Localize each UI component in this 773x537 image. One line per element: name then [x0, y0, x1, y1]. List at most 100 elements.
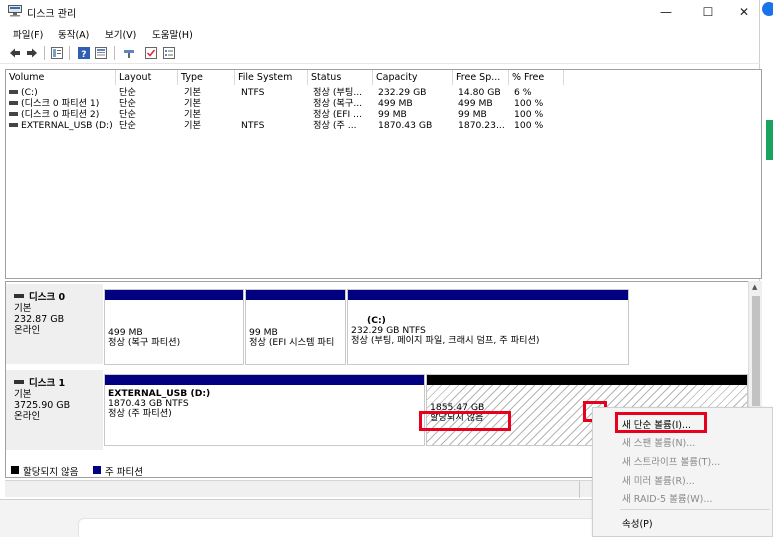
partition-bar: [105, 290, 243, 300]
disk-type: 기본: [14, 303, 32, 314]
scroll-up-icon[interactable]: ▲: [752, 283, 757, 291]
menu-view[interactable]: 보기(V): [105, 27, 136, 41]
close-button[interactable]: ✕: [724, 2, 764, 22]
partition-recovery[interactable]: 499 MB 정상 (복구 파티션): [104, 289, 244, 365]
volume-percent-free: 100 %: [514, 98, 544, 109]
checklist-icon[interactable]: [145, 47, 157, 59]
legend-unallocated-label: 할당되지 않음: [23, 467, 79, 478]
column-percent-free[interactable]: % Free: [509, 70, 564, 85]
maximize-icon: ☐: [702, 5, 714, 19]
volume-layout: 단순: [119, 109, 136, 120]
maximize-button[interactable]: ☐: [688, 2, 728, 22]
partition-description: 정상 (주 파티션): [108, 408, 172, 419]
title-bar[interactable]: 디스크 관리 — ☐ ✕: [0, 0, 760, 24]
toolbar-separator: [114, 46, 115, 60]
disk-management-app-icon: [8, 5, 22, 17]
volume-row[interactable]: (디스크 0 파티션 2) 단순 기본 정상 (EFI ... 99 MB 99…: [6, 109, 761, 120]
volume-row[interactable]: (디스크 0 파티션 1) 단순 기본 정상 (복구... 499 MB 499…: [6, 98, 761, 109]
volume-free-space: 14.80 GB: [458, 87, 501, 98]
column-file-system[interactable]: File System: [235, 70, 308, 85]
volume-capacity: 1870.43 GB: [378, 120, 433, 131]
volume-icon: [9, 123, 18, 127]
menu-new-spanned-volume[interactable]: 새 스팬 볼륨(N)...: [622, 435, 695, 449]
menu-new-mirrored-volume[interactable]: 새 미러 볼륨(R)...: [622, 473, 695, 487]
show-hide-tree-icon[interactable]: [51, 47, 63, 59]
volume-name: EXTERNAL_USB (D:): [21, 120, 113, 131]
volume-layout: 단순: [119, 87, 136, 98]
forward-arrow-icon[interactable]: [26, 47, 38, 59]
disk-icon: [14, 294, 24, 298]
partition-description: 정상 (복구 파티션): [108, 337, 181, 348]
menu-new-raid5-volume[interactable]: 새 RAID-5 볼륨(W)...: [622, 491, 712, 505]
volume-free-space: 499 MB: [458, 98, 493, 109]
volume-layout: 단순: [119, 98, 136, 109]
column-free-space[interactable]: Free Sp...: [453, 70, 509, 85]
menu-file[interactable]: 파일(F): [13, 27, 43, 41]
volume-layout: 단순: [119, 120, 136, 131]
disk-state: 온라인: [14, 325, 41, 336]
back-arrow-icon[interactable]: [9, 47, 21, 59]
column-layout[interactable]: Layout: [116, 70, 178, 85]
volume-row[interactable]: EXTERNAL_USB (D:) 단순 기본 NTFS 정상 (주 ... 1…: [6, 120, 761, 131]
volume-file-system: NTFS: [241, 120, 265, 131]
volume-type: 기본: [184, 87, 201, 98]
partition-efi[interactable]: 99 MB 정상 (EFI 시스템 파티: [245, 289, 346, 365]
disk-1-label[interactable]: 디스크 1 기본 3725.90 GB 온라인: [6, 370, 103, 450]
volume-free-space: 99 MB: [458, 109, 487, 120]
volume-capacity: 232.29 GB: [378, 87, 427, 98]
menu-properties[interactable]: 속성(P): [622, 516, 653, 530]
highlight-new-simple-volume: [615, 412, 707, 433]
menu-help[interactable]: 도움말(H): [152, 27, 193, 41]
volume-status: 정상 (복구...: [313, 98, 363, 109]
volume-row[interactable]: (C:) 단순 기본 NTFS 정상 (부팅... 232.29 GB 14.8…: [6, 87, 761, 98]
partition-c-drive[interactable]: (C:) 232.29 GB NTFS 정상 (부팅, 페이지 파일, 크래시 …: [347, 289, 629, 365]
volume-name: (디스크 0 파티션 2): [21, 109, 100, 120]
volume-list: Volume Layout Type File System Status Ca…: [5, 69, 762, 279]
legend-unallocated-swatch: [11, 466, 19, 474]
partition-description: 정상 (부팅, 페이지 파일, 크래시 덤프, 주 파티션): [351, 335, 540, 346]
properties-icon[interactable]: [95, 47, 107, 59]
help-icon[interactable]: ?: [78, 47, 90, 59]
column-volume[interactable]: Volume: [6, 70, 116, 85]
volume-name: (C:): [21, 87, 38, 98]
column-capacity[interactable]: Capacity: [373, 70, 453, 85]
volume-status: 정상 (EFI ...: [313, 109, 362, 120]
volume-free-space: 1870.23...: [458, 120, 505, 131]
minimize-icon: —: [660, 5, 672, 19]
legend: 할당되지 않음 주 파티션: [5, 463, 605, 478]
column-status[interactable]: Status: [308, 70, 373, 85]
menu-action[interactable]: 동작(A): [58, 27, 89, 41]
highlight-unallocated-label: [419, 411, 511, 431]
volume-icon: [9, 112, 18, 116]
disk-size: 232.87 GB: [14, 314, 65, 325]
disk-name: 디스크 0: [29, 292, 66, 303]
partition-bar: [105, 375, 424, 385]
partition-bar: [348, 290, 628, 300]
volume-status: 정상 (부팅...: [313, 87, 363, 98]
list-view-icon[interactable]: [163, 47, 175, 59]
partition-description: 정상 (EFI 시스템 파티: [249, 337, 335, 348]
volume-capacity: 99 MB: [378, 109, 407, 120]
disk-0-label[interactable]: 디스크 0 기본 232.87 GB 온라인: [6, 284, 103, 364]
volume-type: 기본: [184, 98, 201, 109]
partition-bar: [246, 290, 345, 300]
scrollbar-thumb[interactable]: [752, 296, 760, 406]
partition-external-usb[interactable]: EXTERNAL_USB (D:) 1870.43 GB NTFS 정상 (주 …: [104, 374, 425, 446]
menu-bar: 파일(F) 동작(A) 보기(V) 도움말(H): [0, 24, 760, 42]
column-type[interactable]: Type: [178, 70, 235, 85]
volume-file-system: NTFS: [241, 87, 265, 98]
close-icon: ✕: [738, 5, 750, 19]
volume-capacity: 499 MB: [378, 98, 413, 109]
disk-type: 기본: [14, 389, 32, 400]
minimize-button[interactable]: —: [646, 2, 686, 22]
volume-list-header: Volume Layout Type File System Status Ca…: [6, 70, 761, 85]
legend-primary-label: 주 파티션: [105, 467, 143, 478]
status-divider: [579, 481, 580, 498]
legend-primary-swatch: [93, 466, 101, 474]
connect-disk-icon[interactable]: [123, 47, 135, 59]
background-card: [78, 518, 598, 537]
menu-new-striped-volume[interactable]: 새 스트라이프 볼륨(T)...: [622, 454, 720, 468]
volume-icon: [9, 101, 18, 105]
disk-state: 온라인: [14, 411, 41, 422]
background-green-tab: [766, 120, 773, 160]
